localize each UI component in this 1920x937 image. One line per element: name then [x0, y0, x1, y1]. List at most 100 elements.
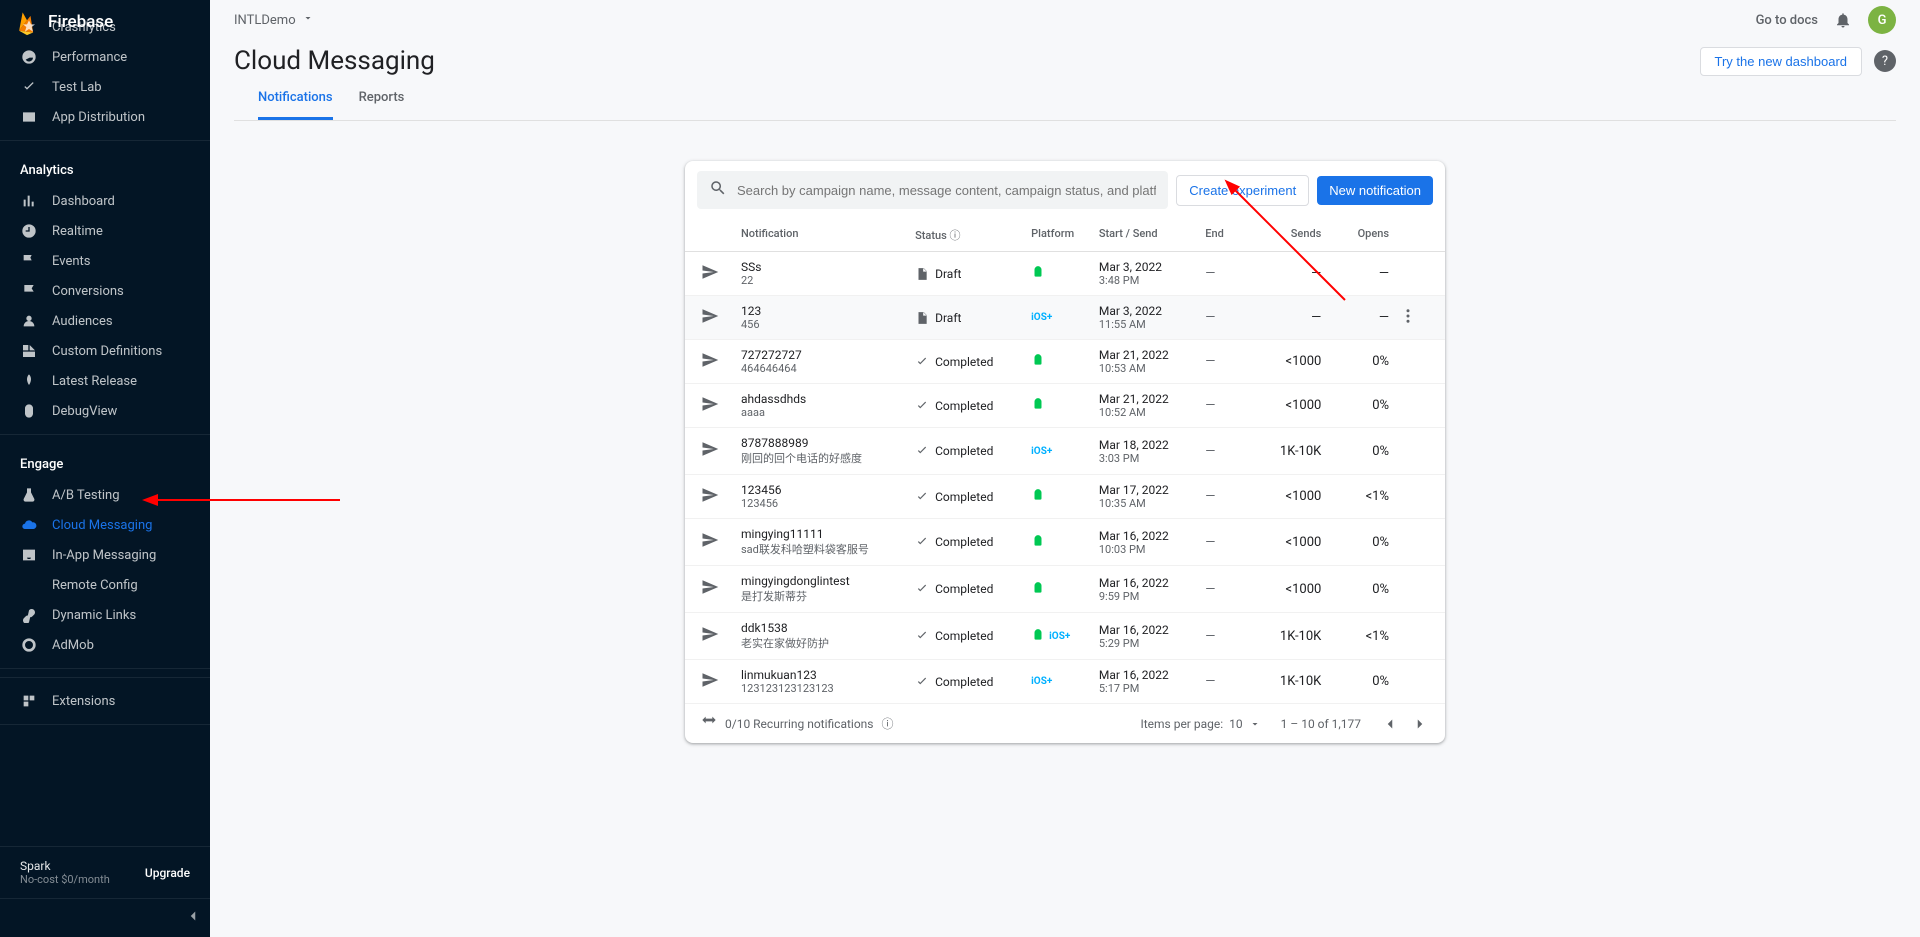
- project-selector[interactable]: INTLDemo: [234, 12, 314, 28]
- try-dashboard-button[interactable]: Try the new dashboard: [1700, 47, 1862, 76]
- row-status: Draft: [935, 267, 961, 281]
- table-row[interactable]: mingyingdonglintest是打发斯蒂芬CompletedMar 16…: [685, 566, 1445, 613]
- row-status: Completed: [935, 355, 993, 369]
- tab-reports[interactable]: Reports: [359, 90, 405, 120]
- table-row[interactable]: SSs22DraftMar 3, 20223:48 PM———: [685, 252, 1445, 296]
- table-row[interactable]: ddk1538老实在家做好防护CompletediOS+Mar 16, 2022…: [685, 613, 1445, 660]
- next-page-button[interactable]: [1411, 715, 1429, 733]
- sidebar-item-remote-config[interactable]: Remote Config: [0, 570, 210, 600]
- table-row[interactable]: ahdassdhdsaaaaCompletedMar 21, 202210:52…: [685, 384, 1445, 428]
- row-opens: —: [1321, 266, 1399, 281]
- th-status[interactable]: Status ⓘ: [915, 227, 1031, 243]
- sidebar-item-crashlytics[interactable]: Crashlytics: [0, 12, 210, 42]
- table-row[interactable]: 727272727464646464CompletedMar 21, 20221…: [685, 340, 1445, 384]
- th-platform[interactable]: Platform: [1031, 227, 1099, 243]
- table-row[interactable]: 8787888989刚回的回个电话的好感度CompletediOS+Mar 18…: [685, 428, 1445, 475]
- prev-page-button[interactable]: [1381, 715, 1399, 733]
- sidebar-item-label: Dashboard: [52, 194, 115, 209]
- table-row[interactable]: 123456123456CompletedMar 17, 202210:35 A…: [685, 475, 1445, 519]
- row-title: mingying11111: [741, 527, 915, 541]
- bell-icon[interactable]: [1834, 11, 1852, 29]
- search-box[interactable]: [697, 171, 1168, 209]
- sidebar-item-label: Remote Config: [52, 578, 138, 593]
- sidebar-item-debugview[interactable]: DebugView: [0, 396, 210, 426]
- row-sub: 456: [741, 318, 915, 331]
- row-date: Mar 16, 2022: [1099, 529, 1205, 543]
- row-status: Completed: [935, 490, 993, 504]
- link-icon: [20, 606, 38, 624]
- docs-link[interactable]: Go to docs: [1756, 13, 1818, 28]
- th-opens[interactable]: Opens: [1321, 227, 1399, 243]
- sidebar-item-events[interactable]: Events: [0, 246, 210, 276]
- ios-icon: iOS+: [1031, 312, 1052, 323]
- collapse-sidebar-button[interactable]: [0, 898, 210, 937]
- upgrade-link[interactable]: Upgrade: [145, 866, 190, 880]
- clock-icon: [20, 222, 38, 240]
- th-end[interactable]: End: [1205, 227, 1253, 243]
- sidebar-item-audiences[interactable]: Audiences: [0, 306, 210, 336]
- row-opens: 0%: [1321, 444, 1399, 459]
- row-opens: <1%: [1321, 629, 1399, 644]
- sidebar-item-extensions[interactable]: Extensions: [0, 686, 210, 716]
- create-experiment-button[interactable]: Create experiment: [1176, 175, 1309, 206]
- help-icon: ⓘ: [950, 229, 961, 242]
- th-start[interactable]: Start / Send: [1099, 227, 1205, 243]
- android-icon: [1031, 534, 1045, 551]
- send-icon: [701, 270, 719, 285]
- table-row[interactable]: linmukuan123123123123123123CompletediOS+…: [685, 660, 1445, 704]
- sidebar-item-realtime[interactable]: Realtime: [0, 216, 210, 246]
- flag-icon: [20, 252, 38, 270]
- app-icon: [20, 108, 38, 126]
- search-icon: [709, 179, 727, 201]
- row-end: —: [1205, 444, 1253, 459]
- row-date: Mar 16, 2022: [1099, 668, 1205, 682]
- row-sends: —: [1254, 310, 1322, 325]
- crash-icon: [20, 18, 38, 36]
- sidebar-item-admob[interactable]: AdMob: [0, 630, 210, 660]
- sidebar-nav[interactable]: CrashlyticsPerformance Test Lab App Distri…: [0, 12, 210, 846]
- help-icon[interactable]: ?: [1874, 50, 1896, 72]
- flag2-icon: [20, 282, 38, 300]
- avatar[interactable]: G: [1868, 6, 1896, 34]
- sidebar-item-in-app-messaging[interactable]: In-App Messaging: [0, 540, 210, 570]
- row-end: —: [1205, 674, 1253, 689]
- sidebar-item-a-b-testing[interactable]: A/B Testing: [0, 480, 210, 510]
- sidebar-item-test-lab[interactable]: Test Lab: [0, 72, 210, 102]
- row-title: SSs: [741, 260, 915, 274]
- sidebar-item-dashboard[interactable]: Dashboard: [0, 186, 210, 216]
- android-icon: [1031, 397, 1045, 414]
- sidebar-item-conversions[interactable]: Conversions: [0, 276, 210, 306]
- row-menu-icon[interactable]: [1399, 314, 1417, 329]
- row-opens: 0%: [1321, 398, 1399, 413]
- row-time: 5:29 PM: [1099, 637, 1205, 650]
- help-icon[interactable]: ⓘ: [882, 715, 894, 732]
- inbox-icon: [20, 546, 38, 564]
- search-input[interactable]: [737, 183, 1156, 198]
- sidebar-item-cloud-messaging[interactable]: Cloud Messaging: [0, 510, 210, 540]
- notifications-card: Create experiment New notification Notif…: [685, 161, 1445, 743]
- sidebar-item-custom-definitions[interactable]: Custom Definitions: [0, 336, 210, 366]
- row-sub: 是打发斯蒂芬: [741, 588, 915, 604]
- th-notification[interactable]: Notification: [741, 227, 915, 243]
- recurring-text: 0/10 Recurring notifications: [725, 717, 874, 731]
- new-notification-button[interactable]: New notification: [1317, 176, 1433, 205]
- android-icon: [1031, 265, 1045, 282]
- shapes-icon: [20, 342, 38, 360]
- table-row[interactable]: mingying11111sad联发科哈塑料袋客服号CompletedMar 1…: [685, 519, 1445, 566]
- sidebar-item-latest-release[interactable]: Latest Release: [0, 366, 210, 396]
- tab-notifications[interactable]: Notifications: [258, 90, 333, 120]
- th-sends[interactable]: Sends: [1254, 227, 1322, 243]
- row-date: Mar 21, 2022: [1099, 392, 1205, 406]
- table-row[interactable]: 123456DraftiOS+Mar 3, 202211:55 AM———: [685, 296, 1445, 340]
- android-icon: [1031, 628, 1045, 645]
- send-icon: [701, 632, 719, 647]
- sidebar-item-dynamic-links[interactable]: Dynamic Links: [0, 600, 210, 630]
- sidebar-item-label: Latest Release: [52, 374, 137, 389]
- sidebar-item-app-distribution[interactable]: App Distribution: [0, 102, 210, 132]
- sidebar-item-label: Test Lab: [52, 80, 102, 95]
- send-icon: [701, 538, 719, 553]
- page-size-select[interactable]: 10: [1229, 717, 1261, 731]
- sidebar-item-performance[interactable]: Performance: [0, 42, 210, 72]
- row-date: Mar 21, 2022: [1099, 348, 1205, 362]
- row-opens: 0%: [1321, 674, 1399, 689]
